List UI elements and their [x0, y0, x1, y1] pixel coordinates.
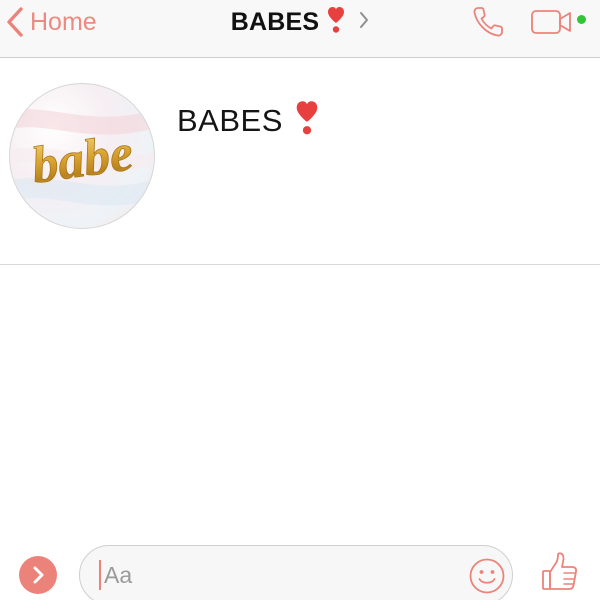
chevron-right-icon	[359, 11, 369, 34]
heart-exclamation-icon	[327, 6, 345, 39]
expand-actions-button[interactable]	[19, 556, 57, 594]
like-button[interactable]	[540, 551, 580, 593]
group-name-text: BABES	[177, 102, 283, 138]
heart-exclamation-icon	[295, 100, 319, 141]
group-name: BABES	[177, 100, 319, 141]
message-list[interactable]	[0, 265, 600, 543]
conversation-header: babe BABES	[0, 58, 600, 265]
group-avatar[interactable]: babe	[9, 83, 155, 229]
message-input[interactable]	[104, 556, 444, 594]
conversation-title: BABES	[230, 7, 320, 36]
video-camera-icon	[530, 10, 576, 42]
voice-call-button[interactable]	[470, 4, 506, 40]
message-input-container[interactable]	[79, 545, 513, 600]
avatar-text: babe	[28, 124, 136, 195]
navigation-bar: Home BABES	[0, 0, 600, 58]
emoji-button[interactable]	[467, 556, 507, 596]
text-cursor	[99, 560, 101, 590]
message-composer	[0, 543, 600, 600]
online-status-dot	[577, 15, 586, 24]
phone-icon	[470, 7, 506, 44]
thumbs-up-icon	[540, 552, 580, 597]
smiley-icon	[467, 558, 507, 600]
messenger-screen: Home BABES babe BABES Aa	[0, 0, 600, 600]
conversation-title-button[interactable]: BABES	[0, 4, 600, 40]
